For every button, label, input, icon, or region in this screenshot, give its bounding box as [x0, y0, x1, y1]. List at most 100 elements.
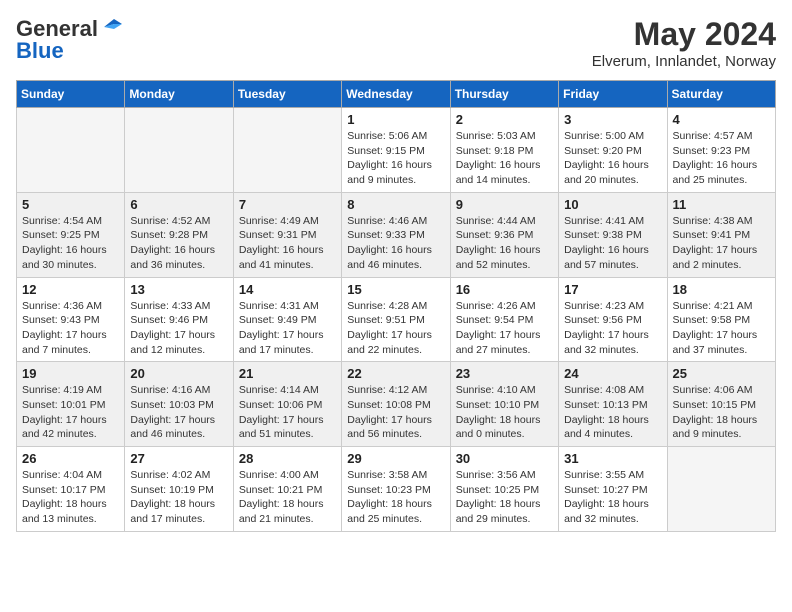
calendar-cell: 12 Sunrise: 4:36 AM Sunset: 9:43 PM Dayli… [17, 277, 125, 362]
day-number: 2 [456, 112, 553, 127]
page-header: General Blue May 2024 Elverum, Innlandet… [16, 16, 776, 70]
calendar-cell: 23 Sunrise: 4:10 AM Sunset: 10:10 PM Dayl… [450, 362, 558, 447]
day-info: Sunrise: 4:36 AM Sunset: 9:43 PM Dayligh… [22, 299, 119, 358]
calendar-cell: 24Sunrise: 4:08 AM Sunset: 10:13 PM Dayl… [559, 362, 667, 447]
calendar-cell: 15 Sunrise: 4:28 AM Sunset: 9:51 PM Dayli… [342, 277, 450, 362]
calendar-cell: 31Sunrise: 3:55 AM Sunset: 10:27 PM Dayl… [559, 447, 667, 532]
day-number: 8 [347, 197, 444, 212]
day-number: 14 [239, 282, 336, 297]
day-info: Sunrise: 4:04 AM Sunset: 10:17 PM Daylig… [22, 468, 119, 527]
day-info: Sunrise: 4:49 AM Sunset: 9:31 PM Dayligh… [239, 214, 336, 273]
day-info: Sunrise: 4:21 AM Sunset: 9:58 PM Dayligh… [673, 299, 770, 358]
day-info: Sunrise: 5:03 AM Sunset: 9:18 PM Dayligh… [456, 129, 553, 188]
calendar-cell: 29 Sunrise: 3:58 AM Sunset: 10:23 PM Dayl… [342, 447, 450, 532]
day-number: 22 [347, 366, 444, 381]
day-number: 13 [130, 282, 227, 297]
calendar-cell: 28 Sunrise: 4:00 AM Sunset: 10:21 PM Dayl… [233, 447, 341, 532]
calendar-cell: 30 Sunrise: 3:56 AM Sunset: 10:25 PM Dayl… [450, 447, 558, 532]
day-number: 19 [22, 366, 119, 381]
day-number: 10 [564, 197, 661, 212]
day-info: Sunrise: 5:06 AM Sunset: 9:15 PM Dayligh… [347, 129, 444, 188]
day-info: Sunrise: 4:52 AM Sunset: 9:28 PM Dayligh… [130, 214, 227, 273]
calendar-cell: 11 Sunrise: 4:38 AM Sunset: 9:41 PM Dayli… [667, 192, 775, 277]
calendar-cell [125, 108, 233, 193]
day-number: 31 [564, 451, 661, 466]
day-number: 12 [22, 282, 119, 297]
calendar-cell: 21Sunrise: 4:14 AM Sunset: 10:06 PM Dayl… [233, 362, 341, 447]
col-header-thursday: Thursday [450, 81, 558, 108]
col-header-tuesday: Tuesday [233, 81, 341, 108]
calendar-cell: 27 Sunrise: 4:02 AM Sunset: 10:19 PM Dayl… [125, 447, 233, 532]
day-info: Sunrise: 4:23 AM Sunset: 9:56 PM Dayligh… [564, 299, 661, 358]
calendar-week-row: 12 Sunrise: 4:36 AM Sunset: 9:43 PM Dayli… [17, 277, 776, 362]
day-number: 27 [130, 451, 227, 466]
day-info: Sunrise: 4:26 AM Sunset: 9:54 PM Dayligh… [456, 299, 553, 358]
col-header-monday: Monday [125, 81, 233, 108]
day-number: 4 [673, 112, 770, 127]
day-info: Sunrise: 3:58 AM Sunset: 10:23 PM Daylig… [347, 468, 444, 527]
calendar-cell: 2 Sunrise: 5:03 AM Sunset: 9:18 PM Daylig… [450, 108, 558, 193]
day-info: Sunrise: 4:31 AM Sunset: 9:49 PM Dayligh… [239, 299, 336, 358]
day-info: Sunrise: 4:00 AM Sunset: 10:21 PM Daylig… [239, 468, 336, 527]
logo-bird-icon [100, 19, 122, 35]
calendar-cell [667, 447, 775, 532]
day-number: 5 [22, 197, 119, 212]
day-number: 18 [673, 282, 770, 297]
day-number: 20 [130, 366, 227, 381]
calendar-cell: 5 Sunrise: 4:54 AM Sunset: 9:25 PM Daylig… [17, 192, 125, 277]
calendar-week-row: 26Sunrise: 4:04 AM Sunset: 10:17 PM Dayl… [17, 447, 776, 532]
main-title: May 2024 [592, 16, 776, 53]
day-info: Sunrise: 4:19 AM Sunset: 10:01 PM Daylig… [22, 383, 119, 442]
calendar-header-row: SundayMondayTuesdayWednesdayThursdayFrid… [17, 81, 776, 108]
calendar-cell: 17 Sunrise: 4:23 AM Sunset: 9:56 PM Dayli… [559, 277, 667, 362]
day-number: 30 [456, 451, 553, 466]
day-number: 16 [456, 282, 553, 297]
day-number: 9 [456, 197, 553, 212]
day-number: 24 [564, 366, 661, 381]
col-header-saturday: Saturday [667, 81, 775, 108]
calendar-cell [17, 108, 125, 193]
calendar-cell: 18 Sunrise: 4:21 AM Sunset: 9:58 PM Dayli… [667, 277, 775, 362]
day-info: Sunrise: 4:33 AM Sunset: 9:46 PM Dayligh… [130, 299, 227, 358]
day-info: Sunrise: 4:54 AM Sunset: 9:25 PM Dayligh… [22, 214, 119, 273]
day-number: 6 [130, 197, 227, 212]
day-info: Sunrise: 4:38 AM Sunset: 9:41 PM Dayligh… [673, 214, 770, 273]
calendar-week-row: 1 Sunrise: 5:06 AM Sunset: 9:15 PM Daylig… [17, 108, 776, 193]
day-number: 7 [239, 197, 336, 212]
calendar-cell [233, 108, 341, 193]
logo: General Blue [16, 16, 122, 64]
day-info: Sunrise: 4:57 AM Sunset: 9:23 PM Dayligh… [673, 129, 770, 188]
col-header-friday: Friday [559, 81, 667, 108]
day-number: 23 [456, 366, 553, 381]
calendar-cell: 7 Sunrise: 4:49 AM Sunset: 9:31 PM Daylig… [233, 192, 341, 277]
day-info: Sunrise: 4:02 AM Sunset: 10:19 PM Daylig… [130, 468, 227, 527]
col-header-sunday: Sunday [17, 81, 125, 108]
day-info: Sunrise: 3:56 AM Sunset: 10:25 PM Daylig… [456, 468, 553, 527]
day-number: 28 [239, 451, 336, 466]
day-info: Sunrise: 4:41 AM Sunset: 9:38 PM Dayligh… [564, 214, 661, 273]
calendar-week-row: 5 Sunrise: 4:54 AM Sunset: 9:25 PM Daylig… [17, 192, 776, 277]
subtitle: Elverum, Innlandet, Norway [592, 53, 776, 70]
calendar-cell: 19 Sunrise: 4:19 AM Sunset: 10:01 PM Dayl… [17, 362, 125, 447]
day-number: 29 [347, 451, 444, 466]
day-info: Sunrise: 4:12 AM Sunset: 10:08 PM Daylig… [347, 383, 444, 442]
day-info: Sunrise: 4:10 AM Sunset: 10:10 PM Daylig… [456, 383, 553, 442]
day-info: Sunrise: 5:00 AM Sunset: 9:20 PM Dayligh… [564, 129, 661, 188]
day-info: Sunrise: 4:28 AM Sunset: 9:51 PM Dayligh… [347, 299, 444, 358]
day-number: 11 [673, 197, 770, 212]
day-number: 17 [564, 282, 661, 297]
day-info: Sunrise: 4:16 AM Sunset: 10:03 PM Daylig… [130, 383, 227, 442]
calendar-cell: 22 Sunrise: 4:12 AM Sunset: 10:08 PM Dayl… [342, 362, 450, 447]
day-info: Sunrise: 4:44 AM Sunset: 9:36 PM Dayligh… [456, 214, 553, 273]
calendar-cell: 16 Sunrise: 4:26 AM Sunset: 9:54 PM Dayli… [450, 277, 558, 362]
day-number: 25 [673, 366, 770, 381]
day-info: Sunrise: 4:06 AM Sunset: 10:15 PM Daylig… [673, 383, 770, 442]
day-number: 1 [347, 112, 444, 127]
day-info: Sunrise: 4:46 AM Sunset: 9:33 PM Dayligh… [347, 214, 444, 273]
day-number: 15 [347, 282, 444, 297]
calendar-cell: 8 Sunrise: 4:46 AM Sunset: 9:33 PM Daylig… [342, 192, 450, 277]
calendar-week-row: 19 Sunrise: 4:19 AM Sunset: 10:01 PM Dayl… [17, 362, 776, 447]
calendar-cell: 14 Sunrise: 4:31 AM Sunset: 9:49 PM Dayli… [233, 277, 341, 362]
day-info: Sunrise: 4:14 AM Sunset: 10:06 PM Daylig… [239, 383, 336, 442]
calendar-cell: 3Sunrise: 5:00 AM Sunset: 9:20 PM Daylig… [559, 108, 667, 193]
